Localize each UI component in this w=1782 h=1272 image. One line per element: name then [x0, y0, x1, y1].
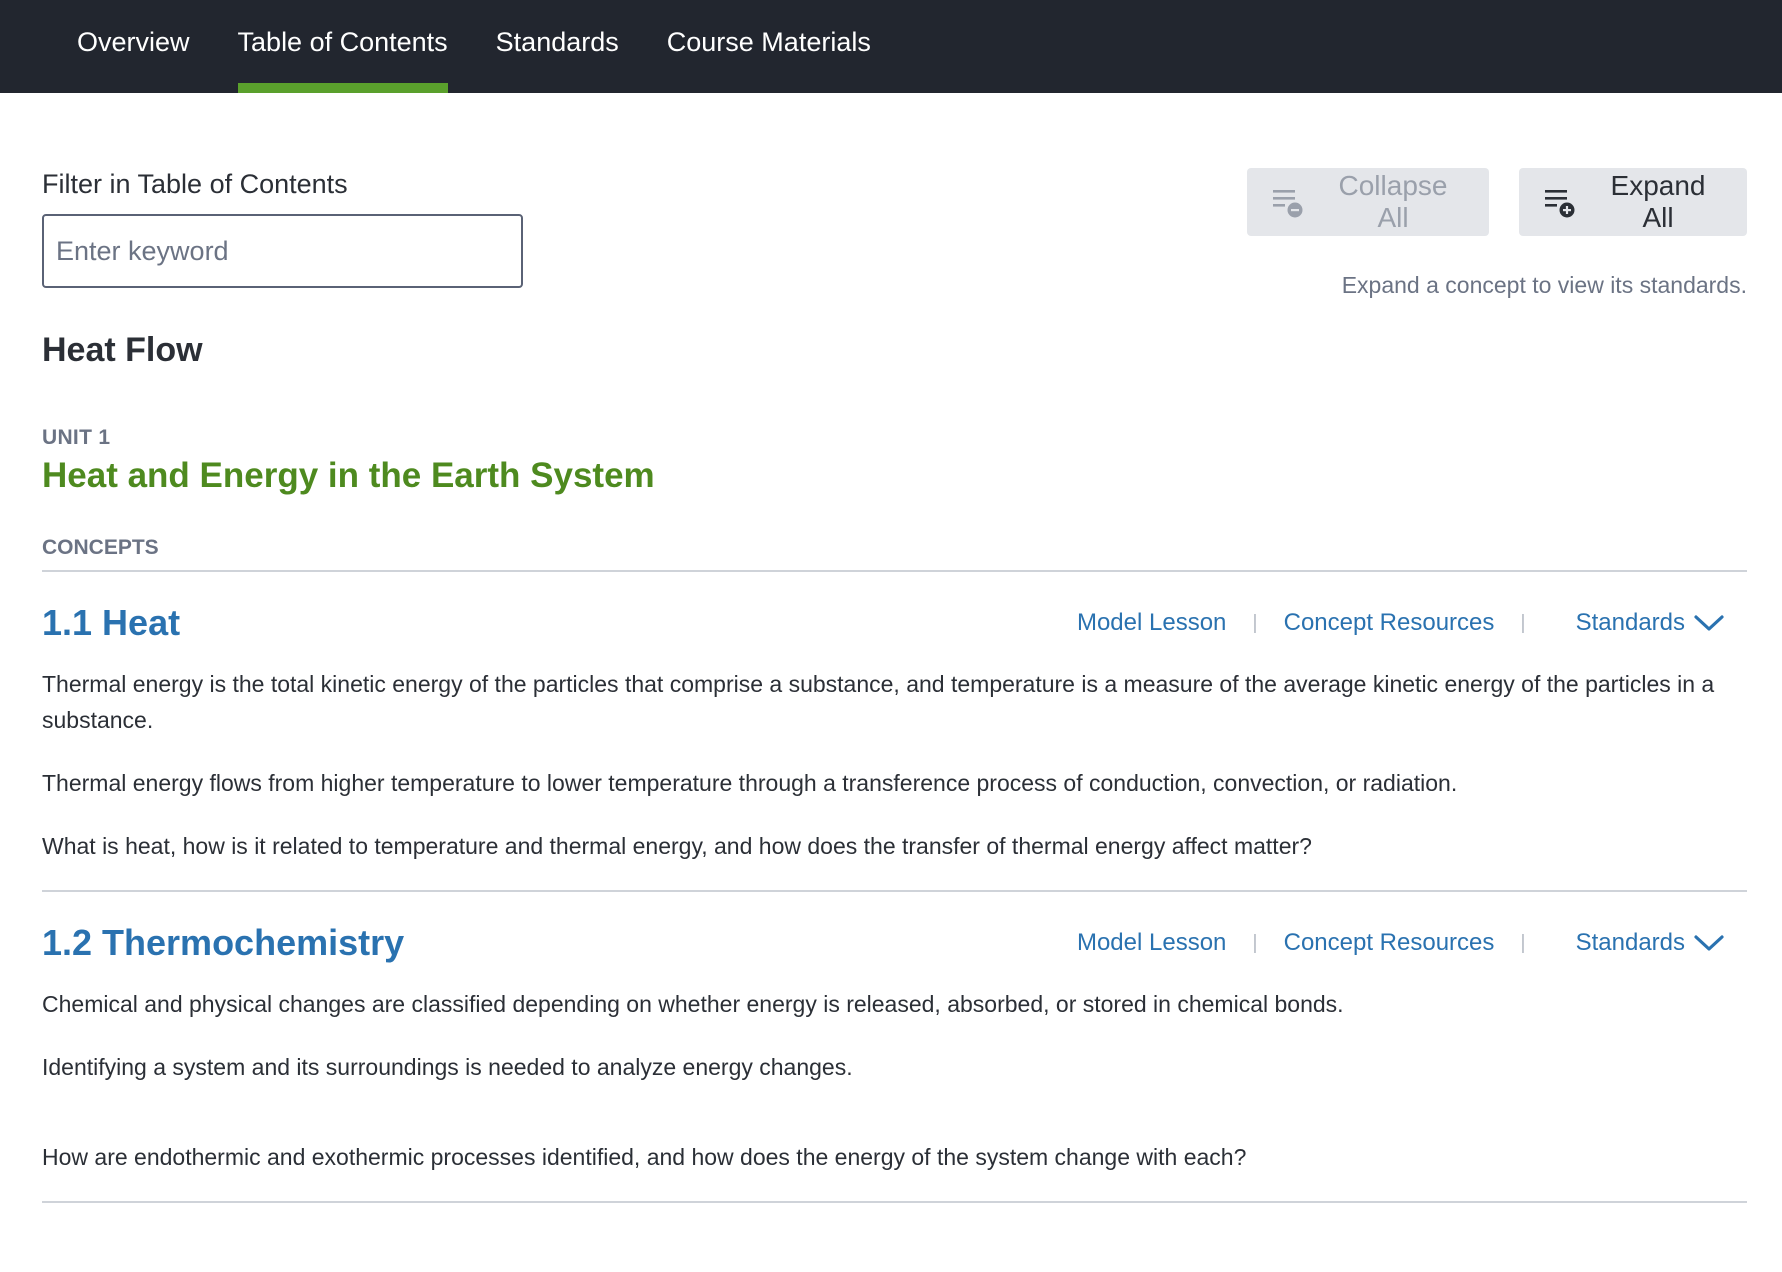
- standards-label: Standards: [1575, 929, 1685, 956]
- concept-links: Model Lesson | Concept Resources | Stand…: [1077, 609, 1747, 637]
- concept-essential-question: What is heat, how is it related to tempe…: [42, 833, 1312, 859]
- chevron-down-icon: [1694, 935, 1724, 951]
- tab-standards[interactable]: Standards: [496, 0, 619, 93]
- main-content: Filter in Table of Contents Collapse All: [0, 93, 1782, 1203]
- filter-keyword-input[interactable]: [42, 214, 523, 288]
- concept-item: 1.1 Heat Model Lesson | Concept Resource…: [42, 572, 1747, 892]
- filter-section: Filter in Table of Contents Collapse All: [42, 93, 1747, 323]
- expand-hint: Expand a concept to view its standards.: [1341, 272, 1747, 298]
- link-separator: |: [1520, 931, 1526, 954]
- tab-overview[interactable]: Overview: [77, 0, 190, 93]
- collapse-all-button[interactable]: Collapse All: [1247, 168, 1489, 236]
- top-navigation: Overview Table of Contents Standards Cou…: [0, 0, 1782, 93]
- concept-resources-link[interactable]: Concept Resources: [1284, 929, 1495, 957]
- concepts-label: CONCEPTS: [42, 536, 1747, 572]
- model-lesson-link[interactable]: Model Lesson: [1077, 609, 1226, 637]
- concept-description: Thermal energy is the total kinetic ener…: [42, 671, 1715, 733]
- concept-title[interactable]: 1.1 Heat: [42, 602, 180, 644]
- link-separator: |: [1520, 611, 1526, 634]
- unit-title: Heat and Energy in the Earth System: [42, 456, 655, 495]
- unit-label: UNIT 1: [42, 426, 111, 449]
- model-lesson-link[interactable]: Model Lesson: [1077, 929, 1226, 957]
- tab-table-of-contents[interactable]: Table of Contents: [237, 0, 448, 93]
- expand-all-button[interactable]: Expand All: [1519, 168, 1747, 236]
- course-title: Heat Flow: [42, 331, 203, 369]
- standards-label: Standards: [1575, 609, 1685, 636]
- standards-toggle[interactable]: Standards: [1576, 929, 1725, 957]
- concept-essential-question: How are endothermic and exothermic proce…: [42, 1144, 1247, 1170]
- concept-header: 1.1 Heat Model Lesson | Concept Resource…: [42, 602, 1747, 644]
- standards-toggle[interactable]: Standards: [1576, 609, 1725, 637]
- expand-list-icon: [1545, 190, 1575, 218]
- concept-links: Model Lesson | Concept Resources | Stand…: [1077, 929, 1747, 957]
- collapse-list-icon: [1273, 190, 1303, 218]
- link-separator: |: [1252, 931, 1258, 954]
- concept-description: Chemical and physical changes are classi…: [42, 991, 1344, 1017]
- filter-label: Filter in Table of Contents: [42, 169, 348, 199]
- concept-description: Identifying a system and its surrounding…: [42, 1054, 853, 1080]
- concept-resources-link[interactable]: Concept Resources: [1284, 609, 1495, 637]
- concept-title[interactable]: 1.2 Thermochemistry: [42, 922, 404, 964]
- expand-all-label: Expand All: [1610, 170, 1706, 233]
- concept-description: Thermal energy flows from higher tempera…: [42, 770, 1458, 796]
- concept-item: 1.2 Thermochemistry Model Lesson | Conce…: [42, 892, 1747, 1203]
- chevron-down-icon: [1694, 615, 1724, 631]
- collapse-all-label: Collapse All: [1338, 170, 1448, 233]
- tab-course-materials[interactable]: Course Materials: [667, 0, 871, 93]
- link-separator: |: [1252, 611, 1258, 634]
- concept-header: 1.2 Thermochemistry Model Lesson | Conce…: [42, 922, 1747, 964]
